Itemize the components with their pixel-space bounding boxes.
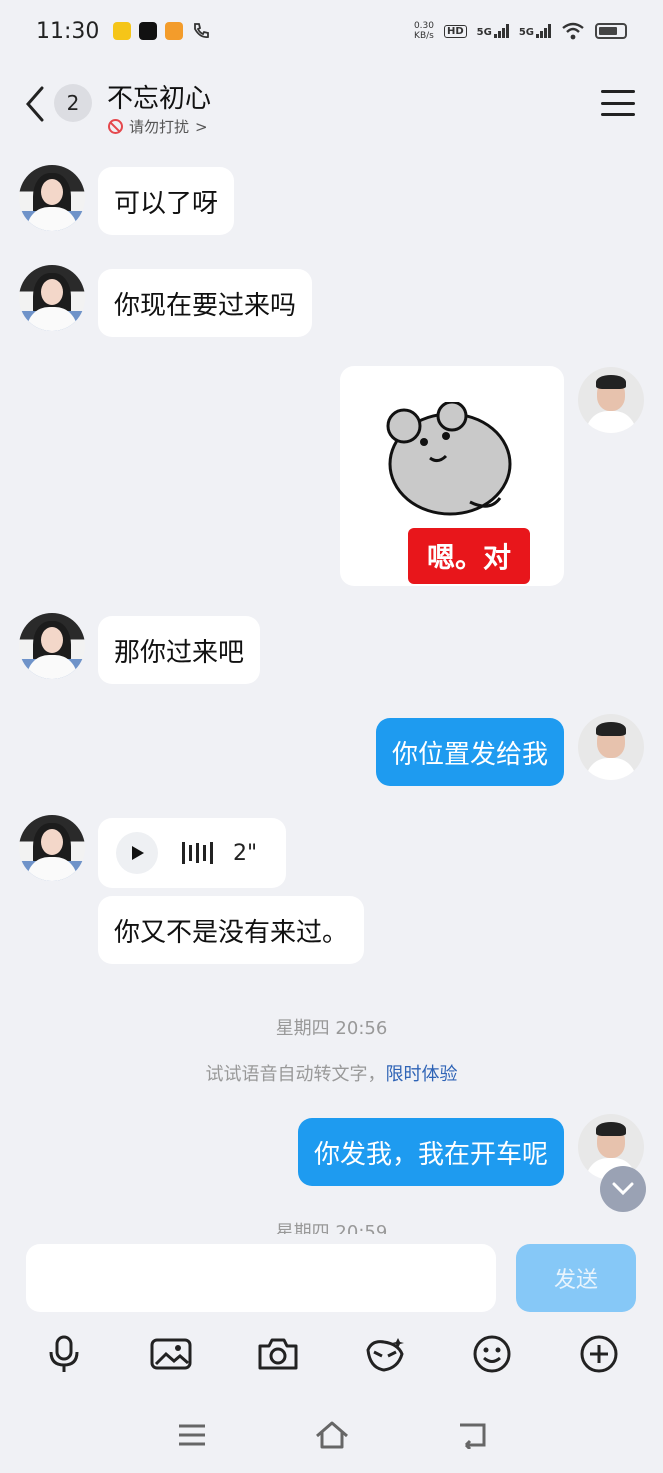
do-not-disturb-icon [108,119,123,134]
voice-message[interactable]: 2" [98,818,286,888]
chat-title: 不忘初心 [107,84,212,114]
plus-icon [580,1335,618,1373]
chevron-left-icon [26,86,44,122]
image-icon [150,1338,192,1370]
camera-icon [258,1338,298,1370]
outgoing-message[interactable]: 你位置发给我 [375,718,564,786]
voice-to-text-tip: 试试语音自动转文字，限时体验 [205,1064,458,1085]
app-notification-icon [139,22,158,40]
fan-emoji-icon [366,1338,405,1372]
network-speed: 0.30 KB/s [413,21,434,41]
waveform-icon [182,841,213,865]
app-notification-icon [113,22,132,40]
sticker-message[interactable]: 嗯。对 [340,366,564,586]
more-button[interactable] [574,1329,624,1379]
app-notification-icon [165,22,184,40]
contact-avatar[interactable] [19,613,85,679]
microphone-icon [49,1335,79,1372]
recents-button[interactable] [172,1415,212,1455]
limited-trial-link[interactable]: 限时体验 [386,1064,458,1085]
scroll-to-bottom-button[interactable] [600,1166,646,1212]
status-bar: 11:30 0.30 KB/s HD 5G 5G [0,0,663,62]
contact-avatar[interactable] [19,265,85,331]
sim2-signal-icon: 5G [519,24,551,38]
message-input[interactable] [26,1244,496,1312]
home-button[interactable] [312,1415,352,1455]
album-button[interactable] [146,1329,196,1379]
outgoing-message[interactable]: 你发我，我在开车呢 [297,1118,564,1186]
sticker-caption: 嗯。对 [408,528,530,584]
unread-count-badge[interactable]: 2 [54,84,92,122]
chat-header: 2 不忘初心 请勿打扰 > [0,62,663,144]
emoji-icon [473,1335,511,1373]
menu-icon-bar [601,101,635,105]
contact-avatar[interactable] [19,815,85,881]
contact-avatar[interactable] [19,165,85,231]
emoji-button[interactable] [467,1329,517,1379]
hd-voice-icon: HD [443,24,467,38]
camera-button[interactable] [253,1329,303,1379]
play-icon [132,846,144,860]
menu-icon-bar [601,113,635,116]
missed-call-icon [194,23,210,38]
dnd-label: 请勿打扰 [129,118,190,136]
back-nav-button[interactable] [452,1415,492,1455]
back-button[interactable] [20,84,50,124]
fun-face-button[interactable] [360,1329,410,1379]
my-avatar[interactable] [578,714,644,780]
system-navigation-bar [0,1396,663,1473]
home-icon [315,1421,348,1448]
voice-duration: 2" [233,840,258,866]
wifi-icon [562,22,584,40]
timestamp: 星期四 20:56 [275,1018,388,1039]
menu-icon [178,1424,205,1445]
voice-input-button[interactable] [39,1329,89,1379]
menu-icon-bar [601,90,635,93]
composer: 发送 [0,1234,663,1322]
status-time: 11:30 [36,18,100,44]
notification-icons [113,21,211,41]
play-button[interactable] [116,832,158,874]
my-avatar[interactable] [578,367,644,433]
return-icon [459,1423,485,1449]
chevron-down-icon [612,1182,634,1196]
chevron-right-icon: > [195,117,208,136]
timestamp: 星期四 20:59 [275,1222,388,1234]
menu-button[interactable] [601,90,635,116]
battery-icon [595,23,627,39]
sim1-signal-icon: 5G [477,24,509,38]
incoming-message[interactable]: 你现在要过来吗 [98,269,313,337]
incoming-message[interactable]: 可以了呀 [98,167,235,235]
composer-toolbar [0,1322,663,1386]
do-not-disturb-status[interactable]: 请勿打扰 > [108,116,208,137]
incoming-message[interactable]: 你又不是没有来过。 [98,896,365,964]
incoming-message[interactable]: 那你过来吧 [98,616,261,684]
hamster-sticker-icon [386,402,512,516]
status-right: 0.30 KB/s HD 5G 5G [414,21,627,41]
send-button[interactable]: 发送 [516,1244,636,1312]
